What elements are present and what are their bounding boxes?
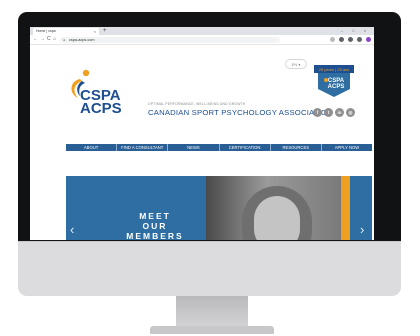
language-label: EN bbox=[291, 62, 298, 67]
nav-apply-now[interactable]: APPLY NOW bbox=[322, 144, 372, 151]
instagram-icon[interactable]: ◎ bbox=[346, 108, 355, 117]
new-tab-button[interactable]: + bbox=[103, 27, 107, 35]
monitor-chin bbox=[18, 242, 401, 296]
nav-resources[interactable]: RESOURCES bbox=[271, 144, 322, 151]
forward-icon[interactable]: → bbox=[40, 35, 45, 44]
share-icon[interactable] bbox=[330, 36, 335, 42]
address-bar[interactable]: ● cspa-acps.com bbox=[60, 36, 280, 43]
nav-news[interactable]: NEWS bbox=[168, 144, 220, 151]
back-icon[interactable]: ← bbox=[33, 35, 38, 44]
facebook-icon[interactable]: f bbox=[313, 108, 322, 117]
lock-icon: ● bbox=[63, 37, 66, 42]
browser-toolbar: ← → C ⌂ ● cspa-acps.com bbox=[30, 35, 374, 45]
linkedin-icon[interactable]: in bbox=[335, 108, 344, 117]
badge-years-text: 25 years | 25 ans bbox=[318, 67, 350, 72]
hero-heading-line3: MEMBERS bbox=[126, 231, 184, 240]
logo-text-acps: ACPS bbox=[80, 100, 122, 117]
home-icon[interactable]: ⌂ bbox=[53, 35, 56, 44]
browser-tab-bar: Home | cspa × + – □ × bbox=[30, 27, 374, 35]
association-name: CANADIAN SPORT PSYCHOLOGY ASSOCIATION bbox=[148, 108, 333, 117]
carousel-next-icon[interactable]: › bbox=[360, 223, 364, 237]
photo-face bbox=[254, 196, 300, 240]
hero-accent-stripe bbox=[341, 176, 350, 240]
sidebar-icon[interactable] bbox=[357, 36, 362, 42]
nav-about[interactable]: ABOUT bbox=[66, 144, 118, 151]
nav-find-a-consultant[interactable]: FIND A CONSULTANT bbox=[117, 144, 169, 151]
tagline: OPTIMAL PERFORMANCE, WELL-BEING AND GROW… bbox=[148, 102, 246, 106]
reload-icon[interactable]: C bbox=[47, 35, 51, 44]
star-icon[interactable] bbox=[339, 36, 344, 42]
extensions-icon[interactable] bbox=[348, 36, 353, 42]
monitor-stand bbox=[176, 296, 248, 328]
hero-heading-line2: OUR bbox=[142, 221, 168, 231]
window-controls[interactable]: – □ × bbox=[341, 27, 370, 35]
main-nav: ABOUT FIND A CONSULTANT NEWS CERTIFICATI… bbox=[66, 144, 372, 151]
nav-certification[interactable]: CERTIFICATION bbox=[220, 144, 271, 151]
carousel-prev-icon[interactable]: ‹ bbox=[70, 223, 74, 237]
twitter-icon[interactable]: t bbox=[324, 108, 333, 117]
hero-heading-line1: MEET bbox=[139, 211, 171, 221]
monitor-screen: Home | cspa × + – □ × ← → C ⌂ ● cspa-acp… bbox=[30, 27, 374, 240]
badge-acps-text: ACPS bbox=[328, 84, 345, 90]
tab-close-icon[interactable]: × bbox=[94, 28, 96, 35]
address-bar-url: cspa-acps.com bbox=[69, 37, 95, 42]
language-selector[interactable]: EN ▾ bbox=[285, 59, 307, 69]
browser-tab-title: Home | cspa bbox=[36, 29, 56, 33]
monitor-base bbox=[150, 326, 274, 334]
anniversary-badge-icon: 25 years | 25 ans CSPA ACPS bbox=[314, 65, 354, 97]
hero-photo bbox=[206, 176, 341, 240]
browser-tab[interactable]: Home | cspa × bbox=[33, 28, 99, 35]
profile-avatar[interactable] bbox=[366, 36, 371, 42]
